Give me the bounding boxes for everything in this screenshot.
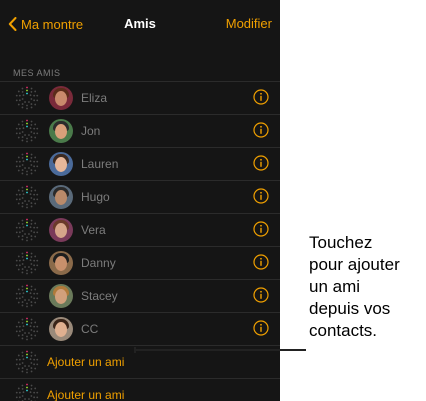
friend-row[interactable]: Lauren xyxy=(0,147,280,180)
callout-leader-line xyxy=(134,347,306,353)
activity-ring-icon xyxy=(15,86,39,110)
info-icon[interactable] xyxy=(253,188,269,204)
info-icon[interactable] xyxy=(253,89,269,105)
avatar xyxy=(49,251,73,275)
watch-app-screen: Ma montre Amis Modifier MES AMIS Eliza Jo… xyxy=(0,0,280,401)
info-icon[interactable] xyxy=(253,254,269,270)
avatar xyxy=(49,152,73,176)
add-friend-button[interactable]: Ajouter un ami xyxy=(47,388,124,401)
avatar xyxy=(49,317,73,341)
callout-line-text: un ami xyxy=(309,277,361,296)
add-friend-button[interactable]: Ajouter un ami xyxy=(47,355,124,369)
activity-ring-icon xyxy=(15,317,39,341)
callout-text: Touchez pour ajouter un ami depuis vos conta… xyxy=(309,232,424,342)
callout-line-text: depuis vos xyxy=(309,299,391,318)
activity-ring-icon xyxy=(15,119,39,143)
friend-row[interactable]: Eliza xyxy=(0,81,280,114)
friend-name: Hugo xyxy=(81,190,110,204)
friend-row[interactable]: Danny xyxy=(0,246,280,279)
friend-name: Danny xyxy=(81,256,116,270)
friend-name: Stacey xyxy=(81,289,118,303)
edit-button[interactable]: Modifier xyxy=(226,16,272,31)
friends-list: Eliza Jon Lauren Hugo Vera Danny Stacey CC Ajout… xyxy=(0,81,280,401)
friend-name: Vera xyxy=(81,223,106,237)
navigation-bar: Ma montre Amis Modifier xyxy=(0,0,280,46)
friend-row[interactable]: CC xyxy=(0,312,280,345)
friend-row[interactable]: Vera xyxy=(0,213,280,246)
avatar xyxy=(49,185,73,209)
info-icon[interactable] xyxy=(253,155,269,171)
activity-ring-icon xyxy=(15,251,39,275)
info-icon[interactable] xyxy=(253,287,269,303)
avatar xyxy=(49,284,73,308)
activity-ring-icon xyxy=(15,350,39,374)
callout-line-text: contacts. xyxy=(309,321,378,340)
info-icon[interactable] xyxy=(253,221,269,237)
activity-ring-icon xyxy=(15,284,39,308)
callout-line-text: pour ajouter xyxy=(309,255,400,274)
avatar xyxy=(49,86,73,110)
callout-line-text: Touchez xyxy=(309,233,373,252)
friend-name: CC xyxy=(81,322,99,336)
friend-row[interactable]: Jon xyxy=(0,114,280,147)
friend-name: Jon xyxy=(81,124,101,138)
avatar xyxy=(49,218,73,242)
add-friend-row[interactable]: Ajouter un ami xyxy=(0,378,280,401)
friend-name: Lauren xyxy=(81,157,119,171)
section-header: MES AMIS xyxy=(13,68,61,78)
info-icon[interactable] xyxy=(253,122,269,138)
friend-name: Eliza xyxy=(81,91,108,105)
avatar xyxy=(49,119,73,143)
activity-ring-icon xyxy=(15,185,39,209)
friend-row[interactable]: Hugo xyxy=(0,180,280,213)
activity-ring-icon xyxy=(15,152,39,176)
activity-ring-icon xyxy=(15,383,39,401)
activity-ring-icon xyxy=(15,218,39,242)
info-icon[interactable] xyxy=(253,320,269,336)
friend-row[interactable]: Stacey xyxy=(0,279,280,312)
